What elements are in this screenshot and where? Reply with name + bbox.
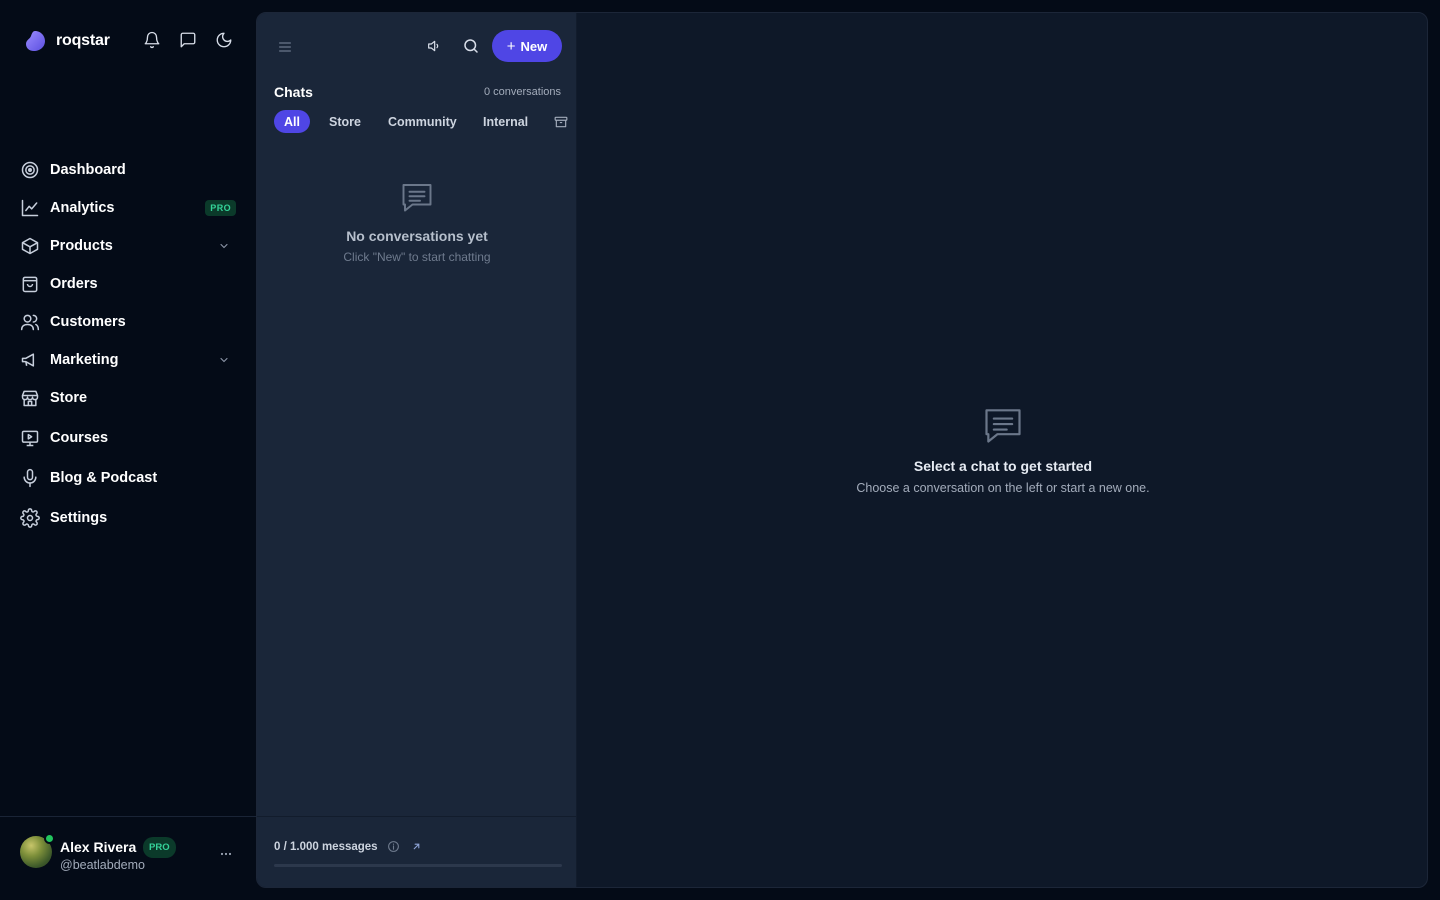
plus-icon: + (506, 37, 516, 55)
user-handle: @beatlabdemo (60, 858, 145, 872)
nav-item-customers[interactable]: Customers (20, 306, 240, 338)
empty-state: Select a chat to get started Choose a co… (577, 403, 1427, 495)
empty-conversations: No conversations yet Click "New" to star… (257, 179, 577, 264)
bell-icon[interactable] (143, 31, 161, 49)
chevron-down-icon[interactable] (218, 240, 230, 252)
nav-item-store[interactable]: Store (20, 382, 240, 414)
chart-line-icon (21, 199, 39, 217)
moon-icon[interactable] (215, 31, 233, 49)
arrow-up-right-icon[interactable] (411, 841, 422, 852)
message-quota: 0 / 1.000 messages (274, 840, 422, 853)
roqstar-logo-icon (26, 31, 45, 51)
tab-community[interactable]: Community (378, 110, 467, 133)
nav-label: Courses (50, 430, 109, 446)
conversation-view: Select a chat to get started Choose a co… (577, 13, 1427, 887)
chevron-down-icon[interactable] (218, 354, 230, 366)
nav-item-orders[interactable]: Orders (20, 268, 240, 300)
microphone-icon (23, 468, 37, 488)
conversation-count: 0 conversations (483, 86, 561, 98)
speaker-icon[interactable] (426, 38, 442, 54)
search-icon[interactable] (462, 37, 480, 55)
shopping-bag-icon (22, 276, 38, 293)
presentation-icon (21, 430, 39, 447)
quota-progress-bar (274, 864, 562, 867)
chat-bubble-icon (985, 409, 1021, 443)
nav-label: Marketing (50, 352, 119, 368)
nav-item-marketing[interactable]: Marketing (20, 344, 240, 376)
empty-title: No conversations yet (346, 228, 488, 244)
divider (0, 816, 256, 817)
nav-item-settings[interactable]: Settings (20, 502, 240, 534)
info-icon[interactable] (387, 840, 400, 853)
gear-icon (20, 508, 40, 528)
chats-title: Chats (274, 84, 313, 100)
user-pro-badge: PRO (143, 837, 176, 858)
chat-bubble-icon (402, 184, 432, 212)
main-panel: + New Chats 0 conversations All Store Co… (256, 12, 1428, 888)
header-actions (143, 31, 233, 49)
more-horizontal-icon[interactable] (218, 846, 234, 862)
new-chat-label: New (520, 38, 548, 54)
chat-filter-tabs: All Store Community Internal (274, 110, 574, 133)
nav-item-blog-podcast[interactable]: Blog & Podcast (20, 462, 240, 494)
sidebar: roqstar Dashboard Analytics PRO Products (0, 0, 256, 900)
tab-internal[interactable]: Internal (473, 110, 538, 133)
tab-all[interactable]: All (274, 110, 310, 133)
nav-label: Store (50, 390, 88, 406)
brand[interactable]: roqstar (24, 30, 110, 52)
empty-state-title: Select a chat to get started (913, 458, 1093, 474)
box-icon (21, 237, 39, 255)
users-icon (20, 314, 40, 331)
message-square-icon[interactable] (179, 31, 197, 49)
nav-label: Dashboard (50, 162, 126, 178)
pro-badge: PRO (205, 200, 236, 216)
tab-store[interactable]: Store (319, 110, 371, 133)
quota-label: 0 / 1.000 messages (274, 840, 378, 853)
online-status-dot (44, 833, 55, 844)
megaphone-icon (21, 353, 35, 367)
brand-name: roqstar (56, 32, 110, 49)
chats-panel: + New Chats 0 conversations All Store Co… (257, 13, 577, 887)
nav-item-analytics[interactable]: Analytics PRO (20, 192, 240, 224)
nav-label: Products (50, 238, 113, 254)
new-chat-button[interactable]: + New (492, 30, 562, 62)
storefront-icon (21, 390, 39, 407)
nav-label: Blog & Podcast (50, 470, 158, 486)
nav-label: Customers (50, 314, 126, 330)
archive-icon[interactable] (554, 115, 568, 129)
nav-label: Orders (50, 276, 98, 292)
nav-label: Settings (50, 510, 108, 526)
nav-label: Analytics (50, 200, 115, 216)
divider (257, 816, 577, 817)
nav-item-products[interactable]: Products (20, 230, 240, 262)
user-profile[interactable]: Alex Rivera PRO @beatlabdemo (20, 833, 240, 872)
menu-icon[interactable] (277, 39, 293, 55)
nav-item-dashboard[interactable]: Dashboard (20, 154, 240, 186)
empty-state-subtitle: Choose a conversation on the left or sta… (856, 481, 1150, 495)
empty-subtitle: Click "New" to start chatting (343, 250, 491, 264)
user-name: Alex Rivera (60, 839, 137, 855)
nav-item-courses[interactable]: Courses (20, 422, 240, 454)
target-icon (21, 161, 39, 179)
